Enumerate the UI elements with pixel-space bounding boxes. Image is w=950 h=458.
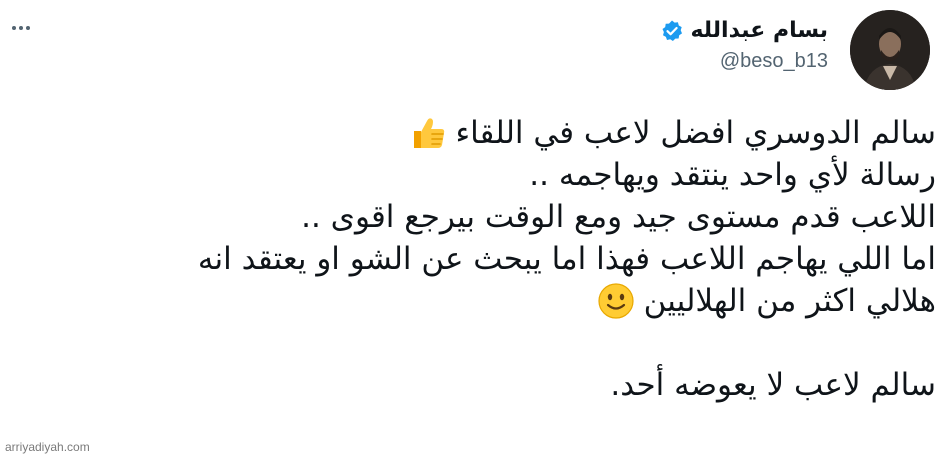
- more-options-button[interactable]: [8, 18, 34, 38]
- tweet-author[interactable]: بسام عبدالله @beso_b13: [660, 16, 828, 73]
- tweet-line: هلالي اكثر من الهلاليين: [36, 280, 936, 322]
- tweet-line: سالم لاعب لا يعوضه أحد.: [36, 364, 936, 406]
- tweet-line: سالم الدوسري افضل لاعب في اللقاء: [36, 112, 936, 154]
- avatar[interactable]: [850, 10, 930, 90]
- thumbs-up-emoji-icon: [408, 113, 448, 153]
- display-name[interactable]: بسام عبدالله: [690, 16, 828, 46]
- tweet-line-text: هلالي اكثر من الهلاليين: [643, 283, 936, 319]
- tweet-line: رسالة لأي واحد ينتقد ويهاجمه ..: [36, 154, 936, 196]
- verified-badge-icon: [660, 19, 684, 43]
- tweet-line-text: اللاعب قدم مستوى جيد ومع الوقت بيرجع اقو…: [301, 199, 936, 235]
- tweet-line: اما اللي يهاجم اللاعب فهذا اما يبحث عن ا…: [36, 238, 936, 280]
- avatar-photo: [850, 10, 930, 90]
- slightly-smiling-face-emoji-icon: [596, 281, 636, 321]
- tweet-text: سالم الدوسري افضل لاعب في اللقاء رسالة ل…: [36, 112, 936, 406]
- tweet-line-text: سالم لاعب لا يعوضه أحد.: [610, 367, 936, 403]
- tweet-line-text: اما اللي يهاجم اللاعب فهذا اما يبحث عن ا…: [197, 241, 936, 277]
- display-name-row: بسام عبدالله: [660, 16, 828, 46]
- more-dot: [19, 26, 23, 30]
- user-handle[interactable]: @beso_b13: [660, 50, 828, 73]
- watermark: arriyadiyah.com: [5, 440, 90, 454]
- tweet-card: بسام عبدالله @beso_b13 سالم الدوسري افضل…: [0, 0, 950, 458]
- more-dot: [12, 26, 16, 30]
- more-dot: [26, 26, 30, 30]
- tweet-line: اللاعب قدم مستوى جيد ومع الوقت بيرجع اقو…: [36, 196, 936, 238]
- tweet-line-text: رسالة لأي واحد ينتقد ويهاجمه ..: [529, 157, 936, 193]
- tweet-line-text: سالم الدوسري افضل لاعب في اللقاء: [455, 115, 937, 151]
